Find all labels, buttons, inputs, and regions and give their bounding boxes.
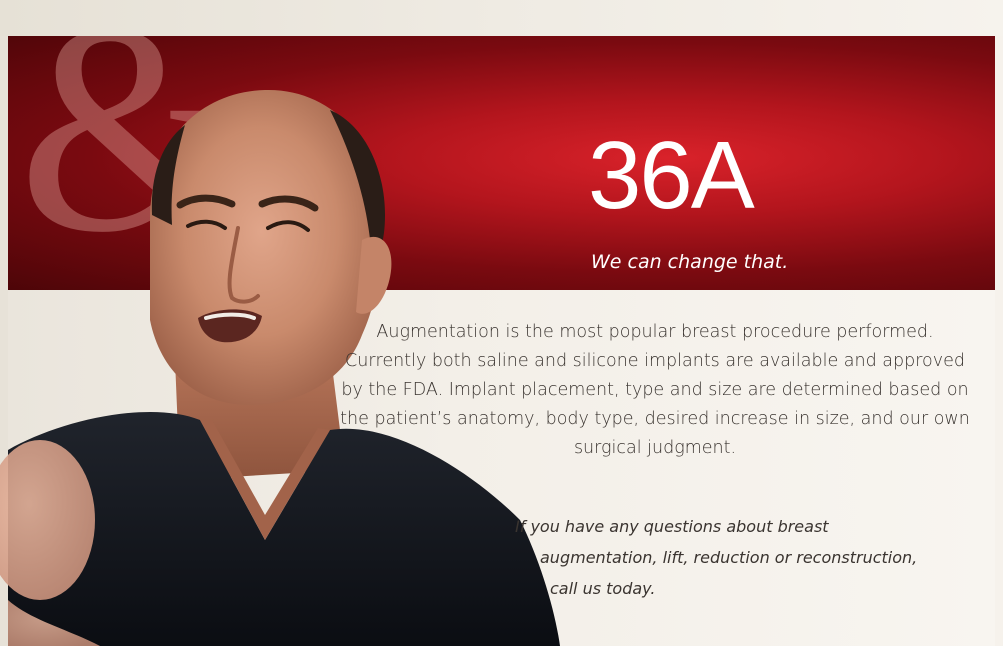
red-banner: & 36A We can change that. — [8, 36, 995, 290]
call-to-action: If you have any questions about breast a… — [470, 511, 970, 604]
headline-36a: 36A — [588, 122, 755, 229]
cta-line: call us today. — [550, 579, 656, 598]
cta-line: If you have any questions about breast — [515, 517, 829, 536]
ad-page: & 36A We can change that. Augmentation i… — [0, 0, 1003, 646]
cta-line: augmentation, lift, reduction or reconst… — [540, 548, 918, 567]
top-strip — [0, 0, 1003, 36]
tagline: We can change that. — [591, 251, 789, 273]
ampersand-mark: & — [18, 36, 252, 290]
body-paragraph: Augmentation is the most popular breast … — [340, 322, 970, 458]
